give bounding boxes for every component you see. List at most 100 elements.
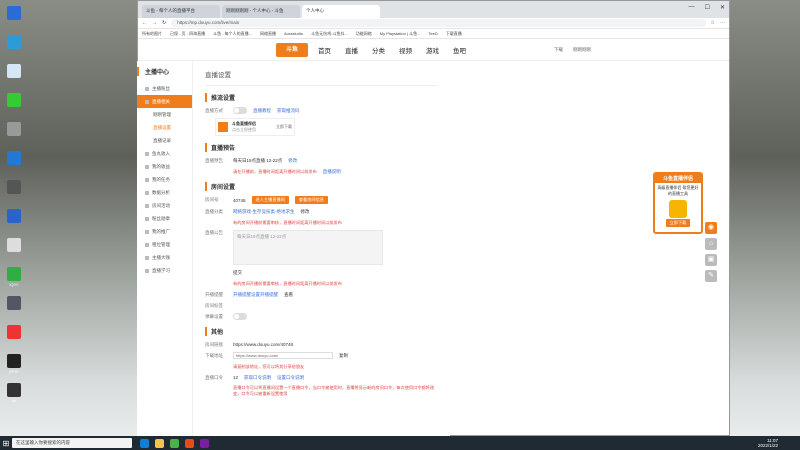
sidebar-item[interactable]: 租位管理	[137, 238, 192, 251]
desktop-icon[interactable]	[3, 64, 25, 79]
bookmark-item[interactable]: 已保 - 页 - 四海直播	[170, 31, 205, 37]
preview-edit[interactable]: 修改	[288, 158, 297, 164]
feedback-icon[interactable]: ✎	[705, 270, 717, 282]
preview-help-link[interactable]: 直播说明	[323, 169, 341, 175]
sidebar-item[interactable]: 我的任务	[137, 173, 192, 186]
app-icon-1[interactable]	[185, 438, 194, 448]
app-icon-2[interactable]	[200, 438, 209, 448]
intro-submit[interactable]: 提交	[233, 270, 242, 276]
category-value[interactable]: 网络游戏-生存竞技类-绝地求生	[233, 209, 295, 215]
bookmark-item[interactable]: 下载直播	[446, 31, 462, 37]
windows-start-icon[interactable]: ⊞	[0, 439, 12, 448]
notice-view[interactable]: 查看	[284, 292, 293, 298]
desktop-icon[interactable]	[3, 93, 25, 108]
enter-room-button[interactable]: 进入主播直播间	[251, 196, 289, 204]
sidebar-item-icon	[145, 203, 149, 208]
desktop-icon[interactable]: yu	[3, 383, 25, 403]
taskbar-search[interactable]: 在这里输入你要搜索的内容	[12, 438, 132, 448]
nav-game[interactable]: 游戏	[426, 45, 439, 55]
tab-2[interactable]: 刚刚刚刚刚 - 个人中心 - 斗鱼	[222, 5, 300, 18]
star-icon[interactable]: ☆	[711, 20, 715, 26]
minimize-icon[interactable]: —	[689, 4, 695, 11]
main-area: 主播中心 主播粉丝 直播相关 刚刚管理 直播设置 直播记录 鱼丸收入 我的收益 我的任务 数据分…	[137, 61, 450, 436]
companion-download[interactable]: 立即下载	[276, 124, 292, 130]
intro-textarea[interactable]: 每天日19点直播 12-22点	[233, 230, 383, 265]
share-input[interactable]: https://www.douyu.com/	[233, 352, 333, 359]
tab-1[interactable]: 斗鱼 - 每个人的直播平台	[142, 5, 220, 18]
bookmark-item[interactable]: Aurastudio	[284, 31, 303, 36]
folder-icon[interactable]	[155, 438, 164, 448]
notice-link[interactable]: 开播提醒设置开播提醒	[233, 292, 278, 298]
desktop-app-icon	[7, 267, 21, 281]
edge-icon[interactable]	[140, 438, 149, 448]
copy-button[interactable]: 复制	[339, 353, 348, 359]
refresh-icon[interactable]: ↻	[162, 20, 166, 26]
bookmark-item[interactable]: My Playstation | 斗鱼...	[380, 31, 421, 37]
sidebar-item[interactable]: 主播大咖	[137, 251, 192, 264]
taskbar: ⊞ 在这里输入你要搜索的内容 11:07 2022/1/22	[0, 436, 800, 450]
code-link-2[interactable]: 设置口令说明	[277, 375, 304, 381]
desktop-icon[interactable]	[3, 325, 25, 340]
desktop-app-icon	[7, 238, 21, 252]
bookmark-item[interactable]: 网络直播	[260, 31, 276, 37]
sidebar-item[interactable]: 我的推广	[137, 225, 192, 238]
chrome-icon[interactable]	[170, 438, 179, 448]
douyu-logo[interactable]: 斗鱼	[276, 42, 308, 57]
home-icon[interactable]: ⌂	[705, 238, 717, 250]
nav-video[interactable]: 视频	[399, 45, 412, 55]
bookmark-item[interactable]: 斗鱼 - 每个人的直播...	[213, 31, 252, 37]
sidebar-item[interactable]: 鱼丸收入	[137, 147, 192, 160]
desktop-icon[interactable]: EPIC	[3, 354, 25, 374]
desktop-icon[interactable]: iQIYI	[3, 267, 25, 287]
sidebar-item-label: 直播相关	[152, 99, 170, 104]
promo-download-button[interactable]: 立即下载	[665, 219, 691, 227]
sidebar-item[interactable]: 我的收益	[137, 160, 192, 173]
tutorial-link[interactable]: 直播教程	[253, 108, 271, 114]
promo-widget[interactable]: 斗鱼直播伴侣 高级直播伴侣 帮您更好的直播工具 立即下载	[653, 172, 703, 234]
app-icon[interactable]: ▣	[705, 254, 717, 266]
sidebar-item[interactable]: 直播相关	[137, 95, 192, 108]
nav-category[interactable]: 分类	[372, 45, 385, 55]
bookmark-item[interactable]: 所有的图片	[142, 31, 162, 37]
live-icon[interactable]: ◉	[705, 222, 717, 234]
code-link-1[interactable]: 获取口令说明	[244, 375, 271, 381]
bookmark-item[interactable]: TeeD	[428, 31, 437, 36]
desktop-icon[interactable]	[3, 122, 25, 137]
sidebar-item[interactable]: 直播设置	[137, 121, 192, 134]
user-menu[interactable]: 刚刚刚刚	[573, 47, 591, 53]
desktop-icon[interactable]	[3, 180, 25, 195]
sidebar-item[interactable]: 主播粉丝	[137, 82, 192, 95]
danmaku-toggle[interactable]	[233, 313, 247, 320]
desktop-icon[interactable]	[3, 238, 25, 253]
desktop-icon[interactable]	[3, 296, 25, 311]
desktop-icon[interactable]	[3, 151, 25, 166]
download-link[interactable]: 下载	[554, 47, 563, 53]
category-edit[interactable]: 修改	[301, 209, 310, 215]
sidebar-item[interactable]: 刚刚管理	[137, 108, 192, 121]
bookmark-item[interactable]: 功能网络	[356, 31, 372, 37]
forward-icon[interactable]: →	[152, 20, 157, 26]
maximize-icon[interactable]: ☐	[705, 4, 710, 11]
push-toggle[interactable]	[233, 107, 247, 114]
room-info-button[interactable]: 查看房间信息	[294, 196, 328, 204]
desktop-icon[interactable]	[3, 6, 25, 21]
nav-yuba[interactable]: 鱼吧	[453, 45, 466, 55]
get-pushcode-link[interactable]: 获取推流码	[277, 108, 300, 114]
url-input[interactable]: https://mp.douyu.com/live/main	[171, 19, 706, 27]
desktop-icon[interactable]	[3, 35, 25, 50]
sidebar-item[interactable]: 数据分析	[137, 186, 192, 199]
tab-3[interactable]: 个人中心	[302, 5, 380, 18]
nav-live[interactable]: 直播	[345, 45, 358, 55]
sidebar-item[interactable]: 粉丝勋章	[137, 212, 192, 225]
sidebar-item[interactable]: 直播学习	[137, 264, 192, 277]
nav-home[interactable]: 首页	[318, 45, 331, 55]
desktop-icon[interactable]	[3, 209, 25, 224]
menu-icon[interactable]: ⋯	[720, 20, 725, 26]
bookmark-item[interactable]: 斗鱼无伤鸡-斗鱼抖...	[311, 31, 348, 37]
back-icon[interactable]: ←	[142, 20, 147, 26]
companion-card[interactable]: 斗鱼直播伴侣 点击立即使用 立即下载	[215, 118, 295, 136]
sidebar-item[interactable]: 直播记录	[137, 134, 192, 147]
close-icon[interactable]: ✕	[720, 4, 725, 11]
sidebar-item[interactable]: 房间活动	[137, 199, 192, 212]
sidebar-item-icon	[145, 86, 149, 91]
